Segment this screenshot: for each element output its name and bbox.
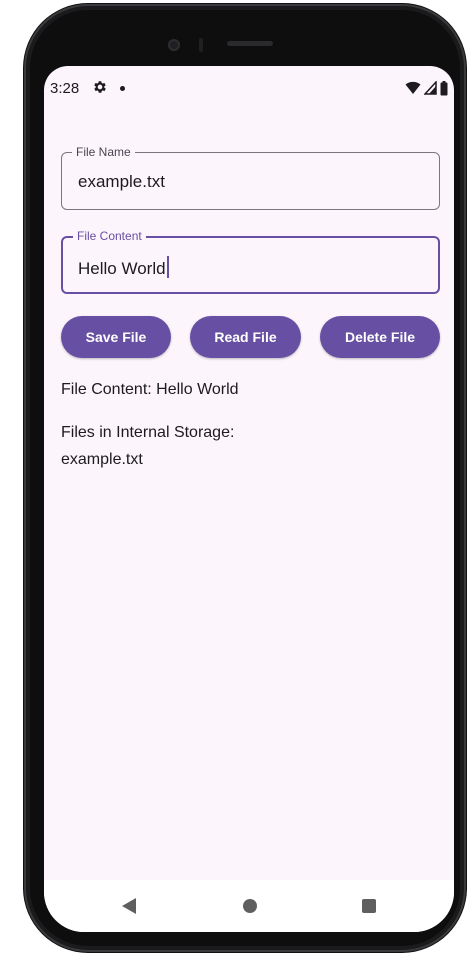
files-list-heading: Files in Internal Storage: xyxy=(61,424,235,441)
front-camera xyxy=(168,39,180,51)
file-content-output: File Content: Hello World xyxy=(61,381,239,398)
wifi-icon xyxy=(405,81,421,94)
file-name-field[interactable]: File Name example.txt xyxy=(61,144,440,210)
home-icon[interactable] xyxy=(243,899,257,913)
file-name-input[interactable]: example.txt xyxy=(78,172,165,192)
back-icon[interactable] xyxy=(122,898,136,914)
app-screen: 3:28 File Name example.txt File Content … xyxy=(44,66,454,932)
file-content-input[interactable]: Hello World xyxy=(78,259,166,278)
file-name-label: File Name xyxy=(72,144,135,160)
cellular-signal-icon xyxy=(424,81,437,95)
navigation-bar xyxy=(44,880,454,932)
status-bar: 3:28 xyxy=(44,66,454,112)
text-cursor xyxy=(166,256,169,278)
file-content-label: File Content xyxy=(73,228,146,244)
read-file-button[interactable]: Read File xyxy=(190,316,301,358)
file-content-input-wrapper[interactable]: Hello World xyxy=(78,256,169,279)
status-time: 3:28 xyxy=(50,80,80,97)
file-list-item: example.txt xyxy=(61,451,143,468)
status-icons xyxy=(405,80,448,96)
recents-icon[interactable] xyxy=(362,899,376,913)
proximity-sensor xyxy=(199,38,203,52)
notification-dot-icon xyxy=(120,86,125,91)
gear-icon xyxy=(94,81,106,93)
earpiece-speaker xyxy=(227,41,273,46)
save-file-button[interactable]: Save File xyxy=(61,316,171,358)
file-content-field[interactable]: File Content Hello World xyxy=(61,228,440,294)
delete-file-button[interactable]: Delete File xyxy=(320,316,440,358)
battery-icon xyxy=(440,80,448,95)
